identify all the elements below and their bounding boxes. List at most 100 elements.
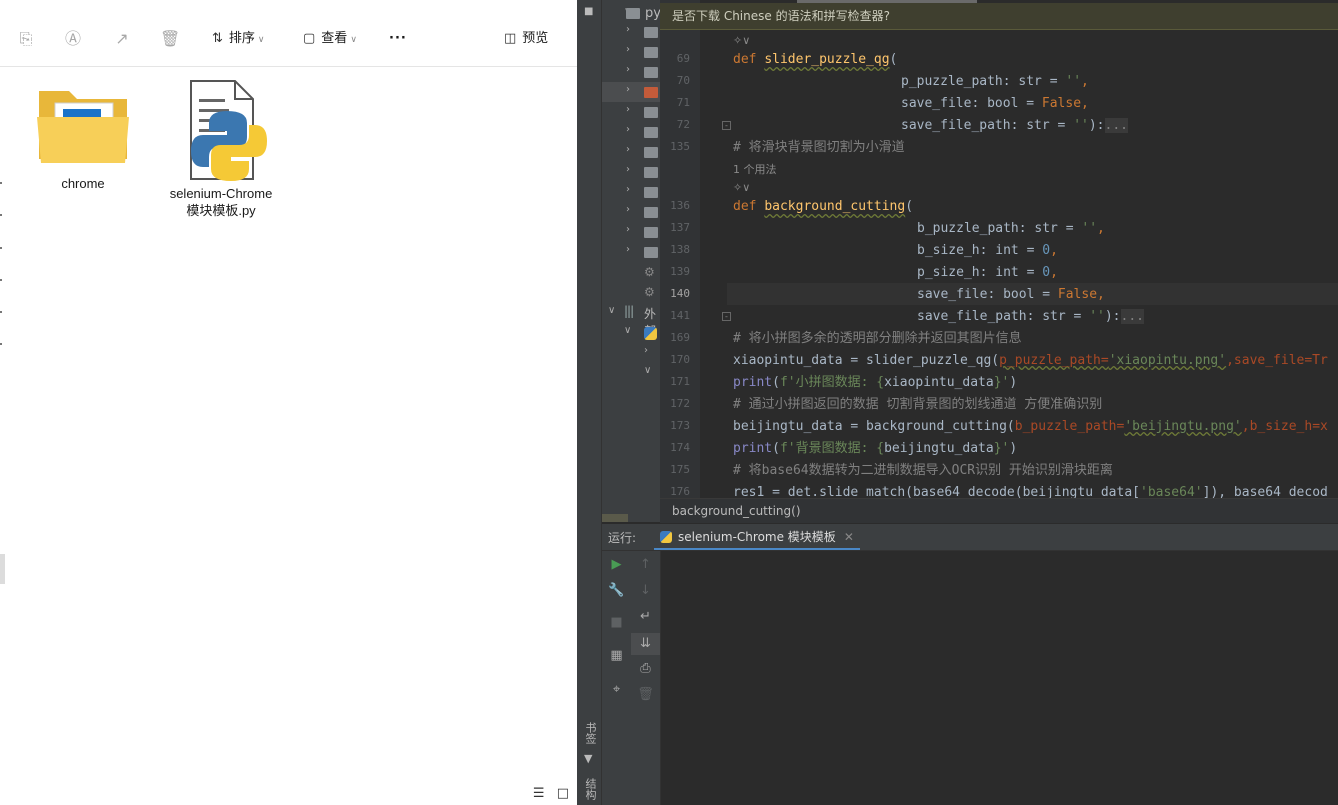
tree-file[interactable]: ⚙ bbox=[602, 282, 660, 302]
folder-icon bbox=[644, 127, 658, 138]
tree-external-libraries[interactable]: ∨ ||| 外部 bbox=[602, 303, 660, 338]
python-icon bbox=[644, 327, 657, 340]
ai-hint-icon: ✧∨ bbox=[733, 34, 751, 47]
pin-icon[interactable]: ⌖ bbox=[602, 682, 631, 697]
soft-wrap-icon[interactable]: ↵ bbox=[631, 609, 660, 624]
tree-python-sdk[interactable]: ∨ bbox=[602, 323, 660, 343]
chevron-down-icon: ∨ bbox=[644, 365, 652, 376]
code-line: save_file_path: str = ''):... bbox=[901, 118, 1128, 133]
code-line: beijingtu_data = background_cutting(b_pu… bbox=[733, 419, 1328, 434]
file-icon: ⚙ bbox=[644, 265, 655, 279]
run-config-tab[interactable]: selenium-Chrome 模块模板 ✕ bbox=[654, 524, 860, 550]
chevron-right-icon: › bbox=[626, 64, 630, 75]
structure-tab[interactable]: 结构 bbox=[582, 778, 598, 800]
project-tool-icon[interactable]: ■ bbox=[584, 6, 593, 17]
fold-toggle-icon[interactable]: - bbox=[722, 312, 731, 321]
file-name-line-1: selenium-Chrome bbox=[169, 186, 273, 201]
folder-icon bbox=[644, 107, 658, 118]
code-comment: # 将base64数据转为二进制数据导入OCR识别 开始识别滑块距离 bbox=[733, 463, 1113, 478]
delete-icon[interactable]: 🗑 bbox=[160, 29, 180, 49]
tree-root[interactable]: ∨ py bbox=[602, 4, 660, 24]
stop-icon[interactable]: ■ bbox=[602, 615, 631, 630]
chevron-right-icon: › bbox=[626, 204, 630, 215]
line-number: 171 bbox=[670, 375, 690, 388]
spellcheck-notification-banner[interactable]: 是否下载 Chinese 的语法和拼写检查器? bbox=[660, 3, 1338, 30]
tree-node[interactable]: › bbox=[602, 222, 660, 242]
arrow-up-icon[interactable]: ↑ bbox=[631, 557, 660, 572]
view-mode-switcher: ☰ □ bbox=[533, 786, 569, 801]
tree-node-selected[interactable]: › bbox=[602, 82, 660, 102]
folder-icon bbox=[644, 47, 658, 58]
tree-node[interactable]: › bbox=[602, 242, 660, 262]
tree-file[interactable]: ⚙ bbox=[602, 262, 660, 282]
tree-node[interactable]: ∨ bbox=[602, 363, 660, 383]
run-console-output[interactable] bbox=[661, 551, 1338, 805]
sort-button[interactable]: ⇅ 排序 ∨ bbox=[212, 29, 265, 49]
line-number: 135 bbox=[670, 140, 690, 153]
folder-icon bbox=[644, 247, 658, 258]
breadcrumb-item[interactable]: background_cutting() bbox=[672, 504, 801, 518]
explorer-toolbar: ⎘ Ⓐ ↗ 🗑 ⇅ 排序 ∨ ▢ 查看 ∨ ··· ◫ 预览 bbox=[0, 12, 577, 67]
fold-toggle-icon[interactable]: - bbox=[722, 121, 731, 130]
scroll-to-end-icon[interactable]: ⇊ bbox=[631, 633, 660, 655]
tree-node[interactable]: › bbox=[602, 102, 660, 122]
project-name: py bbox=[645, 6, 660, 21]
run-tab-label: selenium-Chrome 模块模板 bbox=[678, 530, 836, 544]
line-number: 138 bbox=[670, 243, 690, 256]
line-number: 72 bbox=[676, 118, 690, 131]
tree-node[interactable]: › bbox=[602, 162, 660, 182]
python-file-icon bbox=[190, 80, 267, 181]
tiles-view-icon[interactable]: □ bbox=[557, 786, 569, 801]
tree-node[interactable]: › bbox=[602, 122, 660, 142]
tree-node[interactable]: › bbox=[602, 22, 660, 42]
chevron-down-icon: ∨ bbox=[350, 35, 357, 45]
share-icon[interactable]: ↗ bbox=[112, 29, 132, 49]
line-number: 71 bbox=[676, 96, 690, 109]
preview-button[interactable]: ◫ 预览 bbox=[504, 29, 548, 49]
chevron-right-icon: › bbox=[626, 164, 630, 175]
file-item-python[interactable]: selenium-Chrome 模块模板.py bbox=[166, 77, 276, 219]
print-icon[interactable]: ⎙ bbox=[631, 661, 660, 676]
line-number: 136 bbox=[670, 199, 690, 212]
rerun-icon[interactable]: ▶ bbox=[602, 557, 631, 572]
ai-hint-icon: ✧∨ bbox=[733, 181, 751, 194]
file-explorer-window: ⎘ Ⓐ ↗ 🗑 ⇅ 排序 ∨ ▢ 查看 ∨ ··· ◫ 预览 chrome se… bbox=[0, 0, 577, 805]
code-editor[interactable]: ✧∨ def slider_puzzle_qg( p_puzzle_path: … bbox=[733, 29, 1338, 498]
chevron-right-icon: › bbox=[644, 345, 648, 356]
arrow-down-icon[interactable]: ↓ bbox=[631, 583, 660, 598]
tree-node[interactable]: › bbox=[602, 42, 660, 62]
copy-icon[interactable]: ⎘ bbox=[16, 29, 36, 49]
folder-icon bbox=[644, 67, 658, 78]
folder-icon bbox=[644, 87, 658, 98]
tree-node[interactable]: › bbox=[602, 62, 660, 82]
tree-node[interactable]: › bbox=[602, 182, 660, 202]
view-button[interactable]: ▢ 查看 ∨ bbox=[303, 29, 357, 49]
wrench-icon[interactable]: 🔧 bbox=[602, 583, 631, 598]
line-number: 70 bbox=[676, 74, 690, 87]
file-name-line-2: 模块模板.py bbox=[186, 203, 256, 218]
layout-icon[interactable]: ▦ bbox=[602, 648, 631, 663]
sidebar-resize-handle[interactable] bbox=[0, 554, 5, 584]
code-line: b_puzzle_path: str = '', bbox=[917, 221, 1105, 236]
tree-node[interactable]: › bbox=[602, 202, 660, 222]
rename-icon[interactable]: Ⓐ bbox=[63, 29, 83, 49]
line-number: 69 bbox=[676, 52, 690, 65]
details-view-icon[interactable]: ☰ bbox=[533, 786, 545, 801]
code-comment: # 将小拼图多余的透明部分删除并返回其图片信息 bbox=[733, 331, 1022, 346]
code-line: print(f'小拼图数据: {xiaopintu_data}') bbox=[733, 375, 1018, 390]
trash-icon[interactable]: 🗑 bbox=[631, 687, 660, 702]
bookmarks-tab[interactable]: 书签 bbox=[582, 722, 598, 744]
more-button[interactable]: ··· bbox=[389, 29, 407, 49]
run-toolbar-secondary: ↑ ↓ ↵ ⇊ ⎙ 🗑 bbox=[631, 551, 661, 805]
sort-label: 排序 bbox=[228, 31, 255, 46]
close-icon[interactable]: ✕ bbox=[844, 530, 854, 544]
bookmark-icon: ▼ bbox=[584, 752, 593, 765]
tree-scrollbar[interactable] bbox=[602, 514, 628, 522]
folder-icon bbox=[37, 91, 129, 163]
line-number: 137 bbox=[670, 221, 690, 234]
sort-icon: ⇅ bbox=[212, 31, 223, 46]
tree-node[interactable]: › bbox=[602, 142, 660, 162]
folder-item-chrome[interactable]: chrome bbox=[28, 81, 138, 192]
tree-node[interactable]: › bbox=[602, 343, 660, 363]
editor-breadcrumb[interactable]: background_cutting() bbox=[660, 498, 1338, 523]
